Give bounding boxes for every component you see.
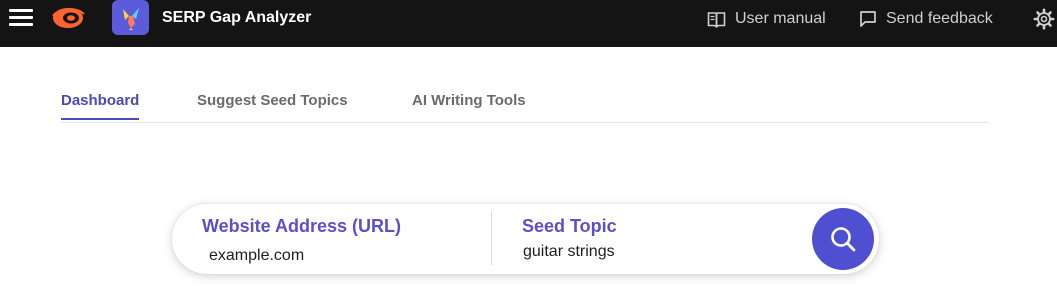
send-feedback-link[interactable]: Send feedback bbox=[859, 8, 993, 30]
search-form: Website Address (URL) example.com Seed T… bbox=[172, 204, 879, 274]
search-button[interactable] bbox=[812, 208, 874, 270]
user-manual-label: User manual bbox=[735, 10, 826, 27]
app-logo[interactable] bbox=[112, 0, 149, 35]
book-icon bbox=[707, 11, 726, 28]
send-feedback-label: Send feedback bbox=[886, 10, 993, 27]
semrush-logo-icon[interactable] bbox=[51, 5, 87, 31]
hummingbird-app-icon bbox=[123, 8, 139, 30]
seed-topic-input[interactable]: guitar strings bbox=[523, 243, 615, 261]
url-field-label: Website Address (URL) bbox=[202, 216, 402, 236]
comment-icon bbox=[860, 11, 876, 27]
tab-dashboard[interactable]: Dashboard bbox=[61, 92, 140, 120]
top-bar: SERP Gap Analyzer User manual Send feedb… bbox=[0, 0, 1057, 47]
url-input[interactable]: example.com bbox=[209, 247, 304, 265]
tab-ai-writing-tools[interactable]: AI Writing Tools bbox=[412, 92, 526, 118]
seed-topic-label: Seed Topic bbox=[522, 216, 617, 236]
gear-icon[interactable] bbox=[1033, 8, 1055, 30]
user-manual-link[interactable]: User manual bbox=[707, 8, 826, 30]
tab-suggest-seed-topics[interactable]: Suggest Seed Topics bbox=[197, 92, 348, 118]
tab-bar: Dashboard Suggest Seed Topics AI Writing… bbox=[61, 88, 989, 123]
field-divider bbox=[491, 212, 492, 265]
search-icon bbox=[831, 227, 856, 252]
app-title: SERP Gap Analyzer bbox=[162, 9, 312, 26]
hamburger-menu-icon[interactable] bbox=[9, 7, 35, 29]
